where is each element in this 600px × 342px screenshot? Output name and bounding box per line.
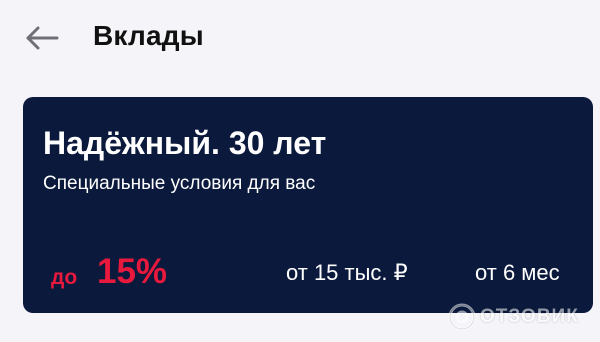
deposit-subtitle: Специальные условия для вас [43, 173, 316, 194]
deposit-title: Надёжный. 30 лет [43, 125, 327, 161]
back-button[interactable] [22, 24, 62, 52]
rate-prefix: до [51, 266, 78, 289]
arrow-left-icon [26, 26, 59, 50]
app-header: Вклады [0, 0, 600, 82]
deposit-term: от 6 мес [475, 260, 560, 285]
watermark-text: ОТЗОВИК [480, 306, 579, 327]
otzovik-watermark: ОТЗОВИК [448, 301, 579, 333]
interest-rate: 15% [97, 252, 168, 291]
deposit-card[interactable]: Надёжный. 30 лет Специальные условия для… [23, 97, 593, 313]
otzovik-logo-icon [448, 303, 476, 331]
minimum-amount: от 15 тыс. ₽ [286, 260, 408, 285]
page-title: Вклады [93, 20, 204, 51]
